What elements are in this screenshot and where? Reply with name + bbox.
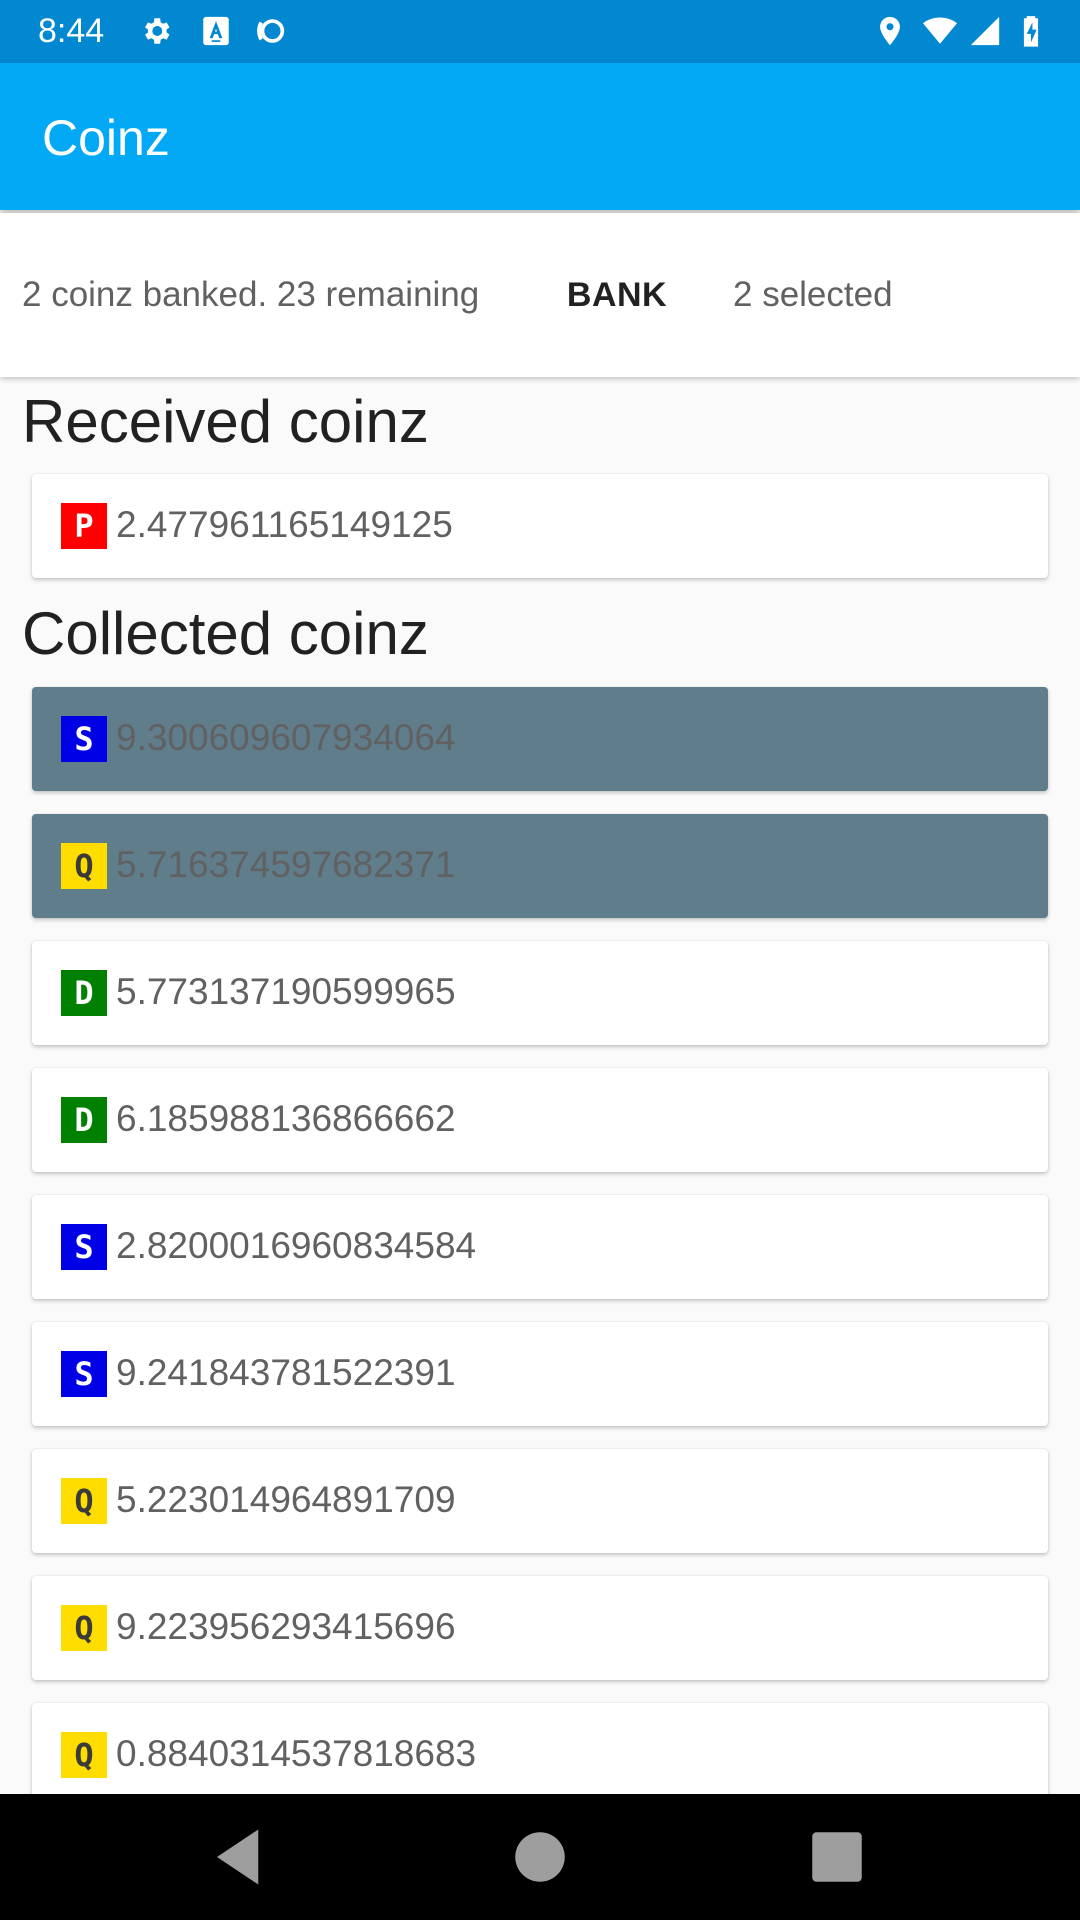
received-section-title: Received coinz [22,388,429,455]
coin-value: 9.223956293415696 [116,1606,456,1647]
bank-button[interactable]: BANK [552,263,682,327]
back-icon[interactable] [206,1824,272,1890]
collected-coin-card[interactable]: S 2.8200016960834584 [32,1195,1048,1299]
navigation-bar [0,1794,1080,1920]
collected-coin-card[interactable]: Q 0.8840314537818683 [32,1703,1048,1794]
coin-list-area[interactable]: 2 coinz banked. 23 remaining BANK 2 sele… [0,0,1080,1794]
coin-value: 6.185988136866662 [116,1098,456,1139]
coin-value: 2.8200016960834584 [116,1225,477,1266]
coin-value: 5.773137190599965 [116,971,456,1012]
coin-value: 2.477961165149125 [116,504,453,545]
coin-value: 0.8840314537818683 [116,1733,477,1774]
bank-panel: 2 coinz banked. 23 remaining BANK 2 sele… [0,213,1080,377]
currency-s-icon: S [61,1351,107,1397]
currency-d-icon: D [61,1097,107,1143]
currency-p-icon: P [61,503,107,549]
currency-q-icon: Q [61,1732,107,1778]
collected-coin-card[interactable]: Q 5.223014964891709 [32,1449,1048,1553]
collected-coin-card[interactable]: Q 9.223956293415696 [32,1576,1048,1680]
currency-q-icon: Q [61,843,107,889]
collected-coin-card[interactable]: S 9.241843781522391 [32,1322,1048,1426]
collected-coin-card[interactable]: Q 5.716374597682371 [32,814,1048,918]
collected-coin-card[interactable]: S 9.300609607934064 [32,687,1048,791]
received-coin-card[interactable]: P 2.477961165149125 [32,474,1048,578]
coin-value: 5.716374597682371 [116,844,456,885]
currency-q-icon: Q [61,1605,107,1651]
currency-s-icon: S [61,716,107,762]
home-icon[interactable] [507,1824,573,1890]
currency-q-icon: Q [61,1478,107,1524]
coin-value: 9.241843781522391 [116,1352,456,1393]
collected-coin-card[interactable]: D 5.773137190599965 [32,941,1048,1045]
collected-section-title: Collected coinz [22,600,429,667]
coin-value: 5.223014964891709 [116,1479,456,1520]
recents-icon[interactable] [804,1824,870,1890]
currency-s-icon: S [61,1224,107,1270]
selected-count: 2 selected [733,275,893,314]
collected-coin-card[interactable]: D 6.185988136866662 [32,1068,1048,1172]
currency-d-icon: D [61,970,107,1016]
bank-status-text: 2 coinz banked. 23 remaining [22,275,480,314]
coin-value: 9.300609607934064 [116,717,456,758]
